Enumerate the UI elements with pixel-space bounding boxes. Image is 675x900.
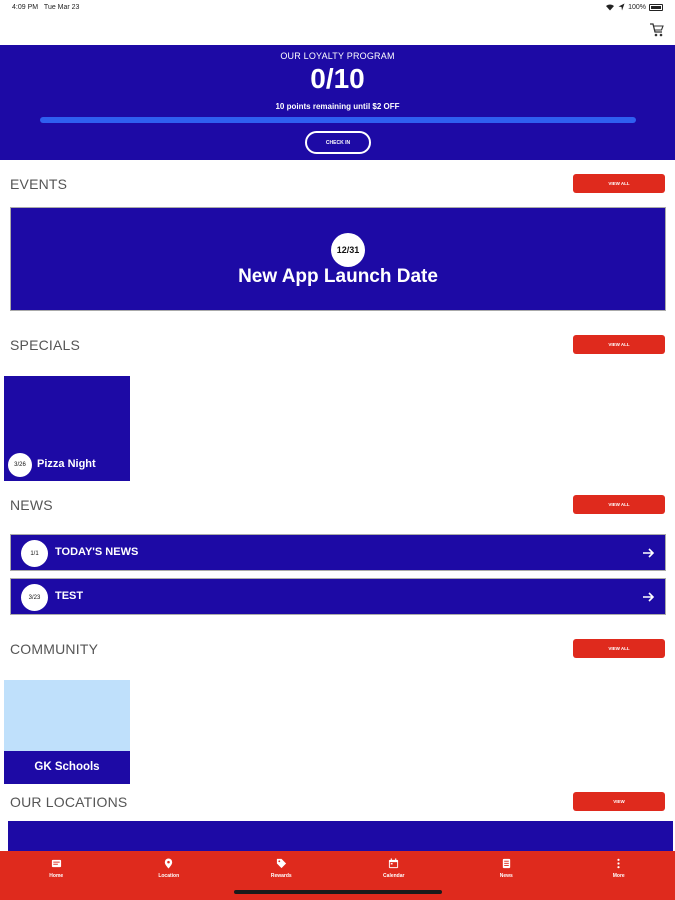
special-title: Pizza Night (37, 458, 96, 470)
events-section-title: EVENTS (10, 176, 68, 192)
loyalty-banner: OUR LOYALTY PROGRAM 0/10 10 points remai… (0, 45, 675, 160)
status-indicators: 100% (605, 3, 663, 11)
status-time: 4:09 PM (12, 4, 39, 11)
calendar-icon (389, 858, 399, 869)
wifi-icon (606, 4, 615, 11)
location-arrow-icon (618, 3, 625, 11)
tab-label: Calendar (383, 873, 405, 879)
news-date-badge: 3/23 (21, 584, 48, 611)
home-icon (51, 859, 61, 868)
tab-label: News (499, 873, 513, 879)
news-title: TODAY'S NEWS (55, 546, 139, 558)
battery-percent: 100% (628, 3, 646, 11)
specials-section-title: SPECIALS (10, 337, 81, 353)
community-title: GK Schools (34, 761, 100, 773)
news-date-badge: 1/1 (21, 540, 48, 567)
tab-home[interactable]: Home (0, 851, 113, 900)
news-view-all-button[interactable]: VIEW ALL (573, 495, 665, 514)
news-list-item[interactable]: 1/1 TODAY'S NEWS (10, 534, 666, 571)
special-card[interactable]: 3/26 Pizza Night (4, 376, 130, 481)
arrow-right-icon (643, 548, 655, 558)
check-in-button[interactable]: CHECK IN (305, 131, 371, 154)
location-pin-icon (165, 858, 173, 869)
tag-icon (276, 858, 286, 869)
news-title: TEST (55, 590, 84, 602)
news-section-title: NEWS (10, 497, 53, 513)
tab-label: More (612, 873, 625, 879)
more-vertical-icon (617, 858, 620, 869)
loyalty-remaining-text: 10 points remaining until $2 OFF (275, 102, 400, 111)
locations-section-title: OUR LOCATIONS (10, 794, 128, 810)
community-card-caption: GK Schools (4, 751, 130, 784)
status-bar: 4:09 PM Tue Mar 23 100% (0, 0, 675, 16)
loyalty-program-label: OUR LOYALTY PROGRAM (280, 51, 395, 61)
status-date: Tue Mar 23 (43, 4, 80, 11)
news-list-item[interactable]: 3/23 TEST (10, 578, 666, 615)
tab-news[interactable]: News (450, 851, 563, 900)
locations-view-button[interactable]: VIEW (573, 792, 665, 811)
community-section-title: COMMUNITY (10, 641, 99, 657)
battery-icon (649, 3, 663, 11)
tab-more[interactable]: More (563, 851, 675, 900)
arrow-right-icon (643, 592, 655, 602)
tab-label: Rewards (270, 873, 292, 879)
events-view-all-button[interactable]: VIEW ALL (573, 174, 665, 193)
event-title: New App Launch Date (238, 266, 438, 287)
news-icon (502, 858, 510, 869)
community-card[interactable]: GK Schools (4, 680, 130, 784)
community-view-all-button[interactable]: VIEW ALL (573, 639, 665, 658)
cart-icon[interactable] (649, 22, 665, 38)
specials-view-all-button[interactable]: VIEW ALL (573, 335, 665, 354)
tab-label: Home (49, 873, 64, 879)
tab-location[interactable]: Location (113, 851, 226, 900)
tab-label: Location (158, 873, 180, 879)
status-time-date: 4:09 PM Tue Mar 23 (12, 4, 79, 11)
event-date-badge: 12/31 (331, 233, 365, 267)
event-card[interactable]: 12/31 New App Launch Date (10, 207, 666, 311)
special-date-badge: 3/26 (8, 453, 32, 477)
loyalty-progress-bar (40, 117, 636, 123)
loyalty-points-count: 0/10 (310, 63, 365, 94)
home-indicator (234, 890, 442, 894)
